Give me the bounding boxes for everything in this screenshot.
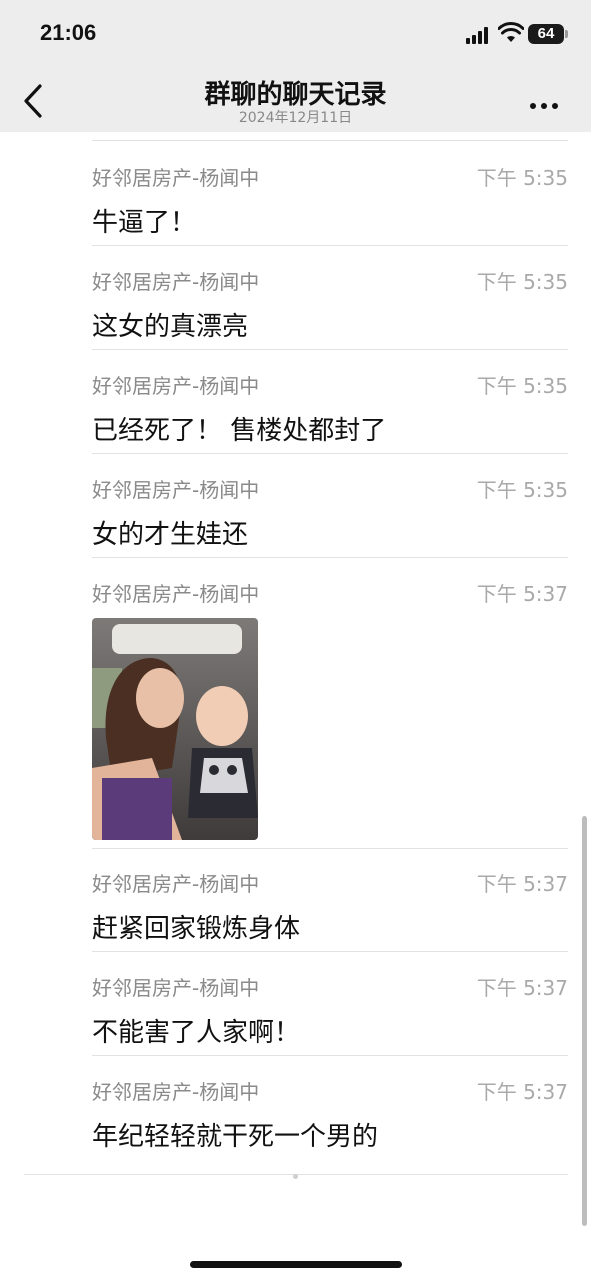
divider (92, 453, 568, 454)
wifi-icon (498, 22, 524, 42)
status-bar: 21:06 64 (0, 0, 591, 70)
sender-name: 好邻居房产-杨闻中 (92, 478, 260, 502)
message-time: 下午 5:37 (476, 872, 568, 896)
page-title: 群聊的聊天记录 (204, 80, 387, 110)
nav-bar: 群聊的聊天记录 2024年12月11日 (0, 70, 591, 132)
sender-name: 好邻居房产-杨闻中 (92, 270, 260, 294)
sender-name: 好邻居房产-杨闻中 (92, 166, 260, 190)
divider (92, 848, 568, 849)
status-time: 21:06 (40, 20, 97, 45)
message-text: 女的才生娃还 (92, 520, 249, 550)
message-text: 已经死了！ 售楼处都封了 (92, 416, 387, 446)
battery-icon: 64 (528, 24, 568, 44)
sender-name: 好邻居房产-杨闻中 (92, 976, 260, 1000)
sender-name: 好邻居房产-杨闻中 (92, 872, 260, 896)
message-text: 不能害了人家啊！ (92, 1018, 301, 1048)
divider (92, 951, 568, 952)
sender-name: 好邻居房产-杨闻中 (92, 374, 260, 398)
message-text: 这女的真漂亮 (92, 312, 249, 342)
cellular-signal-icon (466, 27, 488, 44)
more-dots-icon[interactable] (530, 94, 564, 109)
divider (92, 245, 568, 246)
divider (92, 1055, 568, 1056)
message-text: 年纪轻轻就干死一个男的 (92, 1122, 379, 1152)
message-time: 下午 5:35 (476, 166, 568, 190)
message-time: 下午 5:37 (476, 1080, 568, 1104)
sender-name: 好邻居房产-杨闻中 (92, 1080, 260, 1104)
message-text: 赶紧回家锻炼身体 (92, 914, 301, 944)
message-time: 下午 5:37 (476, 582, 568, 606)
message-time: 下午 5:35 (476, 270, 568, 294)
page-subtitle-date: 2024年12月11日 (238, 110, 353, 126)
sender-name: 好邻居房产-杨闻中 (92, 582, 260, 606)
chat-image[interactable] (92, 618, 258, 840)
divider (92, 140, 568, 141)
divider (92, 557, 568, 558)
scrollbar[interactable] (582, 816, 587, 1226)
message-text: 牛逼了！ (92, 208, 197, 238)
chat-history-list[interactable]: 好邻居房产-杨闻中 下午 5:35 牛逼了！ 好邻居房产-杨闻中 下午 5:35… (0, 132, 591, 1280)
message-time: 下午 5:35 (476, 374, 568, 398)
message-time: 下午 5:37 (476, 976, 568, 1000)
divider (92, 349, 568, 350)
end-marker (293, 1174, 298, 1179)
home-indicator[interactable] (190, 1261, 402, 1268)
message-time: 下午 5:35 (476, 478, 568, 502)
